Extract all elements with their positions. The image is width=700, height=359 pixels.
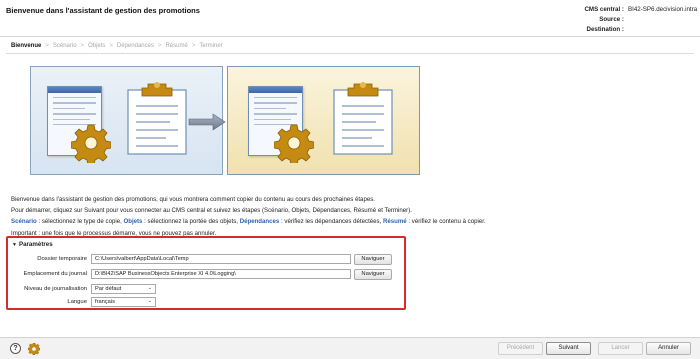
clipboard-icon	[127, 82, 187, 155]
log-location-row: Emplacement du journal D:\BI42\SAP Busin…	[8, 268, 392, 280]
step-terminer: Terminer	[199, 43, 223, 49]
temp-folder-input[interactable]: C:\Users\valbert\AppData\Local\Temp	[91, 254, 351, 264]
log-level-value: Par défaut	[95, 286, 122, 292]
browse-temp-button[interactable]: Naviguer	[354, 253, 392, 265]
step-separator: >	[109, 43, 113, 49]
temp-folder-row: Dossier temporaire C:\Users\valbert\AppD…	[8, 253, 392, 265]
cms-info: CMS central : BI42-SP6.decivision.intra S…	[582, 5, 697, 35]
language-value: français	[95, 299, 115, 305]
gear-icon	[274, 124, 314, 163]
parameters-title: Paramètres	[18, 241, 53, 248]
browse-log-button[interactable]: Naviguer	[354, 268, 392, 280]
gear-icon	[71, 124, 111, 163]
log-level-label: Niveau de journalisation	[24, 286, 87, 292]
intro-text-objets: : sélectionnez la portée des objets,	[142, 218, 240, 226]
header-divider	[6, 53, 694, 54]
keyword-objets: Objets	[123, 218, 143, 226]
step-separator: >	[80, 43, 85, 49]
intro-line-3: Scénario : sélectionnez le type de copie…	[11, 216, 691, 227]
step-separator: >	[45, 43, 49, 49]
log-location-label: Emplacement du journal	[23, 271, 87, 277]
log-location-input[interactable]: D:\BI42\SAP BusinessObjects Enterprise X…	[91, 269, 351, 279]
parameters-section: ▼ Paramètres Dossier temporaire C:\Users\…	[6, 236, 406, 310]
help-icon[interactable]: ?	[10, 343, 21, 354]
settings-icon[interactable]	[28, 343, 40, 355]
arrow-right-icon	[188, 113, 226, 131]
temp-folder-label: Dossier temporaire	[37, 256, 87, 262]
step-dependances: Dépendances	[116, 43, 154, 49]
next-button[interactable]: Suivant	[546, 342, 591, 355]
parameters-toggle[interactable]: ▼ Paramètres	[12, 241, 53, 248]
log-level-row: Niveau de journalisation Par défaut ⌄	[8, 284, 156, 294]
page-title: Bienvenue dans l'assistant de gestion de…	[6, 6, 200, 15]
intro-text-resume: : vérifiez le contenu à copier.	[406, 218, 486, 226]
language-label: Langue	[67, 299, 87, 305]
launch-button[interactable]: Lancer	[598, 342, 643, 355]
step-resume: Résumé	[165, 43, 188, 49]
step-separator: >	[157, 43, 162, 49]
source-label: Source :	[599, 16, 624, 23]
log-level-select[interactable]: Par défaut ⌄	[91, 284, 156, 294]
step-separator: >	[191, 43, 196, 49]
collapse-triangle-icon: ▼	[12, 242, 17, 248]
destination-label: Destination :	[586, 26, 624, 33]
intro-text: Bienvenue dans l'assistant de gestion de…	[11, 194, 691, 239]
chevron-down-icon: ⌄	[147, 298, 152, 304]
intro-text-dependances: : vérifiez les dépendances détectées,	[279, 218, 383, 226]
cancel-button[interactable]: Annuler	[646, 342, 691, 355]
clipboard-icon	[333, 82, 393, 155]
keyword-scenario: Scénario	[11, 218, 37, 226]
intro-text-scenario: : sélectionnez le type de copie,	[36, 218, 124, 226]
step-bienvenue: Bienvenue	[11, 43, 42, 49]
wizard-footer: ? Précédent Suivant Lancer Annuler	[0, 337, 700, 359]
chevron-down-icon: ⌄	[147, 285, 152, 291]
language-select[interactable]: français ⌄	[91, 297, 156, 307]
cms-central-value: BI42-SP6.decivision.intra	[628, 6, 698, 13]
wizard-steps: Bienvenue > Scénario > Objets > Dépendan…	[11, 43, 223, 49]
intro-line-1: Bienvenue dans l'assistant de gestion de…	[11, 196, 375, 203]
destination-illustration	[227, 66, 420, 175]
step-scenario: Scénario	[52, 43, 77, 49]
step-objets: Objets	[88, 43, 106, 49]
language-row: Langue français ⌄	[8, 297, 156, 307]
keyword-resume: Résumé	[382, 218, 407, 226]
previous-button[interactable]: Précédent	[498, 342, 543, 355]
wizard-header: Bienvenue dans l'assistant de gestion de…	[0, 0, 700, 37]
keyword-dependances: Dépendances	[239, 218, 280, 226]
intro-line-2: Pour démarrer, cliquez sur Suivant pour …	[11, 207, 412, 215]
cms-central-label: CMS central :	[584, 6, 624, 13]
